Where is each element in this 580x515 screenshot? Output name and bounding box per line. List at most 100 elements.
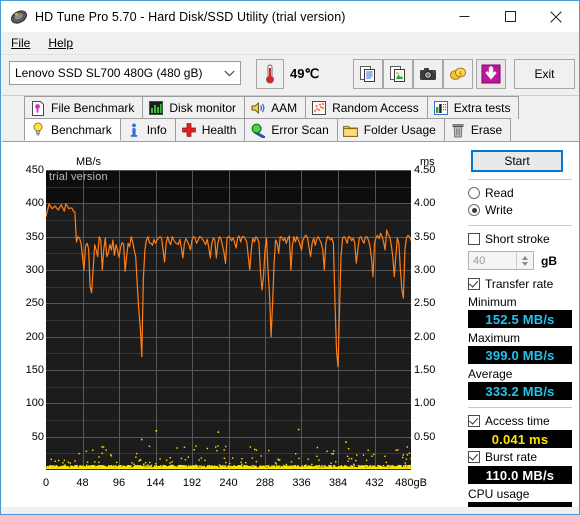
minimum-value: 152.5 MB/s: [468, 310, 572, 328]
options-button[interactable]: $: [443, 59, 473, 89]
tab-folder-usage[interactable]: Folder Usage: [336, 118, 445, 141]
short-stroke-stepper[interactable]: 40: [468, 251, 534, 270]
trash-icon: [450, 122, 466, 138]
short-stroke-unit: gB: [541, 253, 557, 268]
tab-erase[interactable]: Erase: [443, 118, 512, 141]
tab-row-secondary: Benchmark Info Health Error Scan Folder …: [24, 118, 512, 141]
download-arrow-icon: [481, 64, 501, 84]
copy-image-button[interactable]: [383, 59, 413, 89]
screenshot-button[interactable]: [413, 59, 443, 89]
menu-bar: File Help: [2, 32, 579, 55]
short-stroke-size-row: 40 gB: [468, 251, 572, 270]
maximize-button[interactable]: [487, 1, 533, 32]
coins-icon: $: [450, 67, 466, 80]
stepper-down-icon[interactable]: [522, 261, 528, 266]
hdtune-window: HD Tune Pro 5.70 - Hard Disk/SSD Utility…: [0, 0, 580, 515]
start-button-label: Start: [504, 154, 530, 168]
tab-extra-tests[interactable]: Extra tests: [426, 96, 520, 119]
tab-random-access[interactable]: Random Access: [305, 96, 428, 119]
minimize-button[interactable]: [441, 1, 487, 32]
short-stroke-value: 40: [473, 254, 486, 267]
extra-tests-icon: [433, 100, 449, 116]
write-label: Write: [485, 203, 513, 217]
scatter-icon: [311, 100, 327, 116]
close-button[interactable]: [533, 1, 579, 32]
average-label: Average: [468, 367, 513, 381]
controls-panel: Start Read Write Short stroke 40 gB Tran…: [468, 150, 572, 514]
download-button[interactable]: [476, 59, 506, 89]
y-tick-left-250: 250: [25, 297, 44, 310]
camera-icon: [420, 68, 436, 80]
stepper-buttons[interactable]: [516, 252, 533, 269]
x-tick-384: 384: [328, 477, 348, 489]
tab-row-primary: File Benchmark Disk monitor AAM Random A…: [24, 96, 520, 119]
tab-error-scan[interactable]: Error Scan: [244, 118, 338, 141]
folder-icon: [343, 122, 359, 138]
drive-select[interactable]: Lenovo SSD SL700 480G (480 gB): [9, 61, 241, 85]
tab-bar: File Benchmark Disk monitor AAM Random A…: [2, 96, 579, 142]
start-button[interactable]: Start: [471, 150, 563, 172]
exit-button[interactable]: Exit: [514, 59, 575, 89]
y-tick-right-4: 4.00: [414, 197, 436, 210]
y-tick-left-450: 450: [25, 164, 44, 176]
cpu-usage-label: CPU usage: [468, 487, 530, 501]
y-tick-right-3.5: 3.50: [414, 230, 436, 243]
svg-text:$: $: [459, 70, 462, 77]
tab-health[interactable]: Health: [174, 118, 246, 141]
burst-rate-checkbox[interactable]: [468, 451, 480, 463]
divider: [468, 179, 572, 180]
chart-y-axis-left: 50 100 150 200 250 300 350 400 450: [11, 156, 44, 486]
tab-disk-monitor[interactable]: Disk monitor: [142, 96, 246, 119]
divider: [468, 225, 572, 226]
copy-text-button[interactable]: [353, 59, 383, 89]
short-stroke-checkbox[interactable]: [468, 233, 480, 245]
radio-read[interactable]: Read: [468, 185, 572, 201]
status-bar: [2, 507, 579, 514]
tab-info[interactable]: Info: [119, 118, 176, 141]
access-time-row[interactable]: Access time: [468, 413, 572, 429]
red-cross-icon: [181, 122, 197, 138]
chart-x-axis: 0 48 96 144 192 240 288 336 384 432 480gB: [31, 474, 463, 492]
tab-file-benchmark[interactable]: File Benchmark: [24, 96, 144, 119]
transfer-rate-label: Transfer rate: [485, 277, 554, 291]
tab-aam[interactable]: AAM: [244, 96, 307, 119]
tab-file-benchmark-label: File Benchmark: [51, 101, 135, 115]
y-tick-right-4.5: 4.50: [414, 164, 436, 176]
maximum-value: 399.0 MB/s: [468, 346, 572, 364]
chart-y-axis-right: 0.50 1.00 1.50 2.00 2.50 3.00 3.50 4.00 4.50: [414, 156, 454, 486]
menu-file[interactable]: File: [2, 34, 39, 52]
y-tick-right-2: 2.00: [414, 330, 436, 343]
y-tick-right-0.5: 0.50: [414, 430, 436, 443]
radio-write[interactable]: Write: [468, 202, 572, 218]
menu-help[interactable]: Help: [39, 34, 82, 52]
access-time-checkbox[interactable]: [468, 415, 480, 427]
burst-rate-row[interactable]: Burst rate: [468, 449, 572, 465]
read-label: Read: [485, 186, 514, 200]
short-stroke-row[interactable]: Short stroke: [468, 231, 572, 247]
info-icon: [126, 122, 142, 138]
tab-extra-tests-label: Extra tests: [453, 101, 511, 115]
tab-benchmark[interactable]: Benchmark: [24, 118, 121, 141]
tab-benchmark-label: Benchmark: [51, 122, 112, 137]
transfer-rate-checkbox[interactable]: [468, 278, 480, 290]
maximum-label: Maximum: [468, 331, 521, 345]
x-tick-432: 432: [365, 477, 384, 489]
write-radio[interactable]: [468, 204, 480, 216]
x-tick-96: 96: [112, 477, 126, 489]
chart-left-axis-unit: MB/s: [76, 156, 102, 168]
transfer-rate-row[interactable]: Transfer rate: [468, 276, 572, 292]
benchmark-panel: MB/s ms 50 100 150 200 250 300 350 400 450 0.50 1…: [2, 141, 579, 514]
thermometer-icon: [266, 64, 274, 84]
divider: [468, 407, 572, 408]
short-stroke-label: Short stroke: [485, 232, 550, 246]
temperature-value: 49℃: [290, 66, 320, 81]
read-radio[interactable]: [468, 187, 480, 199]
y-tick-left-350: 350: [25, 230, 44, 243]
tab-erase-label: Erase: [470, 123, 503, 137]
copy-document-icon: [360, 66, 375, 82]
stepper-up-icon[interactable]: [522, 255, 528, 260]
y-tick-left-200: 200: [25, 330, 44, 343]
minimum-label: Minimum: [468, 295, 517, 309]
y-tick-left-50: 50: [31, 430, 44, 443]
tab-info-label: Info: [146, 123, 167, 137]
